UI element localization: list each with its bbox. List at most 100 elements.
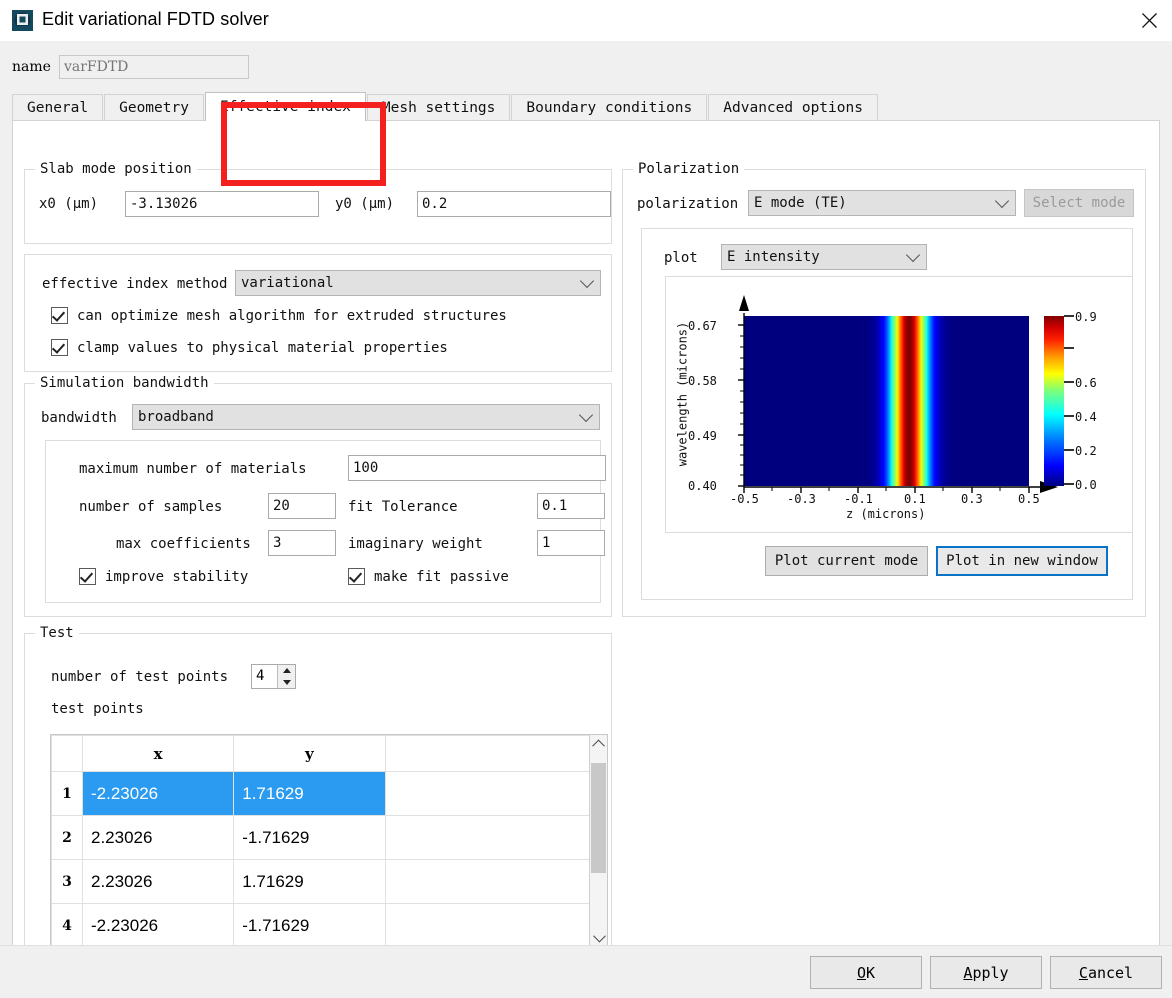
- e-intensity-heatmap: wavelength (microns) 0.67 0.58 0.49 0.40: [665, 276, 1133, 533]
- test-points-grid: x y 1 -2.23026 1.71629 2 2.23026 -1.7162…: [51, 735, 592, 946]
- cell-blank: [384, 859, 592, 904]
- checkbox-row-improve-stability[interactable]: improve stability: [79, 568, 248, 585]
- fit-tolerance-input[interactable]: [537, 493, 605, 519]
- cell-x[interactable]: 2.23026: [81, 815, 235, 860]
- name-input[interactable]: [58, 55, 249, 79]
- cell-x[interactable]: -2.23026: [81, 771, 235, 816]
- max-coefficients-input[interactable]: [268, 530, 336, 556]
- cell-y[interactable]: 1.71629: [233, 771, 386, 816]
- bandwidth-select[interactable]: broadband: [132, 404, 600, 430]
- chart-xtick-1: -0.3: [787, 492, 816, 506]
- checkbox-improve-stability[interactable]: [79, 568, 96, 585]
- stepper-buttons[interactable]: [277, 665, 295, 688]
- x0-input[interactable]: [125, 191, 319, 217]
- checkbox-optimize-mesh[interactable]: [51, 307, 68, 324]
- ok-mnemonic: O: [856, 963, 866, 982]
- checkbox-row-make-fit-passive[interactable]: make fit passive: [348, 568, 509, 585]
- tab-advanced-options[interactable]: Advanced options: [708, 94, 878, 121]
- tab-general[interactable]: General: [12, 94, 104, 121]
- chevron-down-icon: [578, 407, 594, 423]
- group-polarization: Polarization polarization E mode (TE) Se…: [622, 161, 1146, 617]
- th-x: x: [81, 735, 235, 772]
- polarization-select[interactable]: E mode (TE): [748, 190, 1016, 216]
- table-row[interactable]: 4 -2.23026 -1.71629: [51, 903, 592, 946]
- select-mode-button[interactable]: Select mode: [1024, 189, 1134, 217]
- name-row: name: [12, 55, 249, 79]
- num-samples-input[interactable]: [268, 493, 336, 519]
- effective-index-method-label: effective index method: [42, 276, 228, 292]
- table-row[interactable]: 3 2.23026 1.71629: [51, 859, 592, 904]
- chart-xtick-3: 0.1: [904, 492, 926, 506]
- checkbox-clamp-values[interactable]: [51, 339, 68, 356]
- checkbox-row-clamp-values[interactable]: clamp values to physical material proper…: [51, 339, 448, 356]
- title-bar: Edit variational FDTD solver: [0, 0, 1172, 42]
- plot-select[interactable]: E intensity: [721, 244, 927, 270]
- tab-boundary-conditions[interactable]: Boundary conditions: [511, 94, 708, 121]
- x0-label: x0 (μm): [39, 196, 99, 212]
- imaginary-weight-input[interactable]: [537, 530, 605, 556]
- cell-index: 4: [51, 903, 83, 946]
- bandwidth-value: broadband: [138, 409, 214, 425]
- plot-current-mode-button[interactable]: Plot current mode: [765, 546, 928, 576]
- y0-input[interactable]: [417, 191, 611, 217]
- chart-xtick-4: 0.3: [961, 492, 983, 506]
- tab-panel-effective-index: Slab mode position x0 (μm) y0 (μm) effec…: [12, 120, 1160, 971]
- colorbar-tick-1: 0.6: [1075, 376, 1097, 390]
- scroll-down-icon[interactable]: [590, 928, 607, 946]
- window-title: Edit variational FDTD solver: [42, 9, 269, 29]
- group-simulation-bandwidth: Simulation bandwidth bandwidth broadband…: [24, 375, 612, 617]
- cancel-button[interactable]: Cancel: [1050, 956, 1162, 989]
- th-blank: [384, 735, 592, 772]
- ok-button[interactable]: OK: [810, 956, 922, 989]
- colorbar-tick-3: 0.2: [1075, 444, 1097, 458]
- chart-xtick-0: -0.5: [730, 492, 759, 506]
- cell-index: 3: [51, 859, 83, 904]
- stepper-up-icon[interactable]: [278, 665, 295, 677]
- num-test-points-value: 4: [256, 668, 265, 684]
- table-row[interactable]: 2 2.23026 -1.71629: [51, 815, 592, 860]
- tab-effective-index[interactable]: Effective index: [204, 92, 366, 121]
- plot-in-new-window-button[interactable]: Plot in new window: [936, 546, 1108, 576]
- cell-y[interactable]: -1.71629: [233, 815, 386, 860]
- cell-y[interactable]: 1.71629: [233, 859, 386, 904]
- dialog-footer: OK Apply Cancel: [0, 945, 1172, 998]
- effective-index-method-select[interactable]: variational: [235, 270, 601, 296]
- plot-value: E intensity: [727, 249, 820, 265]
- colorbar: [1044, 316, 1064, 486]
- imaginary-weight-label: imaginary weight: [348, 536, 483, 552]
- cell-index: 2: [51, 815, 83, 860]
- num-test-points-stepper[interactable]: 4: [251, 664, 296, 689]
- checkbox-row-optimize-mesh[interactable]: can optimize mesh algorithm for extruded…: [51, 307, 507, 324]
- cell-y[interactable]: -1.71629: [233, 903, 386, 946]
- checkbox-improve-stability-label: improve stability: [105, 568, 249, 585]
- test-points-label: test points: [51, 701, 144, 717]
- close-icon[interactable]: [1126, 0, 1172, 41]
- table-scrollbar[interactable]: [589, 735, 607, 946]
- th-index: [51, 735, 83, 772]
- ok-label-rest: K: [866, 963, 876, 982]
- apply-button[interactable]: Apply: [930, 956, 1042, 989]
- group-slab-mode-position: Slab mode position x0 (μm) y0 (μm): [24, 161, 612, 244]
- tab-mesh-settings[interactable]: Mesh settings: [366, 94, 511, 121]
- table-row[interactable]: 1 -2.23026 1.71629: [51, 771, 592, 816]
- max-materials-input[interactable]: [348, 455, 606, 481]
- cell-x[interactable]: 2.23026: [81, 859, 235, 904]
- group-plot-panel: plot E intensity wavelength (microns) 0.…: [641, 228, 1133, 600]
- tab-geometry[interactable]: Geometry: [104, 94, 204, 121]
- colorbar-tick-0: 0.9: [1075, 310, 1097, 324]
- cell-x[interactable]: -2.23026: [81, 903, 235, 946]
- group-effective-index-method: effective index method variational can o…: [24, 254, 612, 372]
- checkbox-make-fit-passive[interactable]: [348, 568, 365, 585]
- stepper-down-icon[interactable]: [278, 677, 295, 689]
- scroll-up-icon[interactable]: [590, 735, 607, 753]
- scrollbar-thumb[interactable]: [591, 763, 606, 873]
- test-points-table[interactable]: x y 1 -2.23026 1.71629 2 2.23026 -1.7162…: [50, 734, 608, 947]
- max-materials-label: maximum number of materials: [79, 461, 307, 477]
- polarization-value: E mode (TE): [754, 195, 847, 211]
- group-title-slab-mode-position: Slab mode position: [35, 161, 197, 177]
- group-bandwidth-fit-options: maximum number of materials number of sa…: [45, 440, 606, 603]
- chevron-down-icon: [579, 273, 595, 289]
- table-header-row: x y: [51, 735, 592, 772]
- cell-index: 1: [51, 771, 83, 816]
- effective-index-method-value: variational: [241, 275, 334, 291]
